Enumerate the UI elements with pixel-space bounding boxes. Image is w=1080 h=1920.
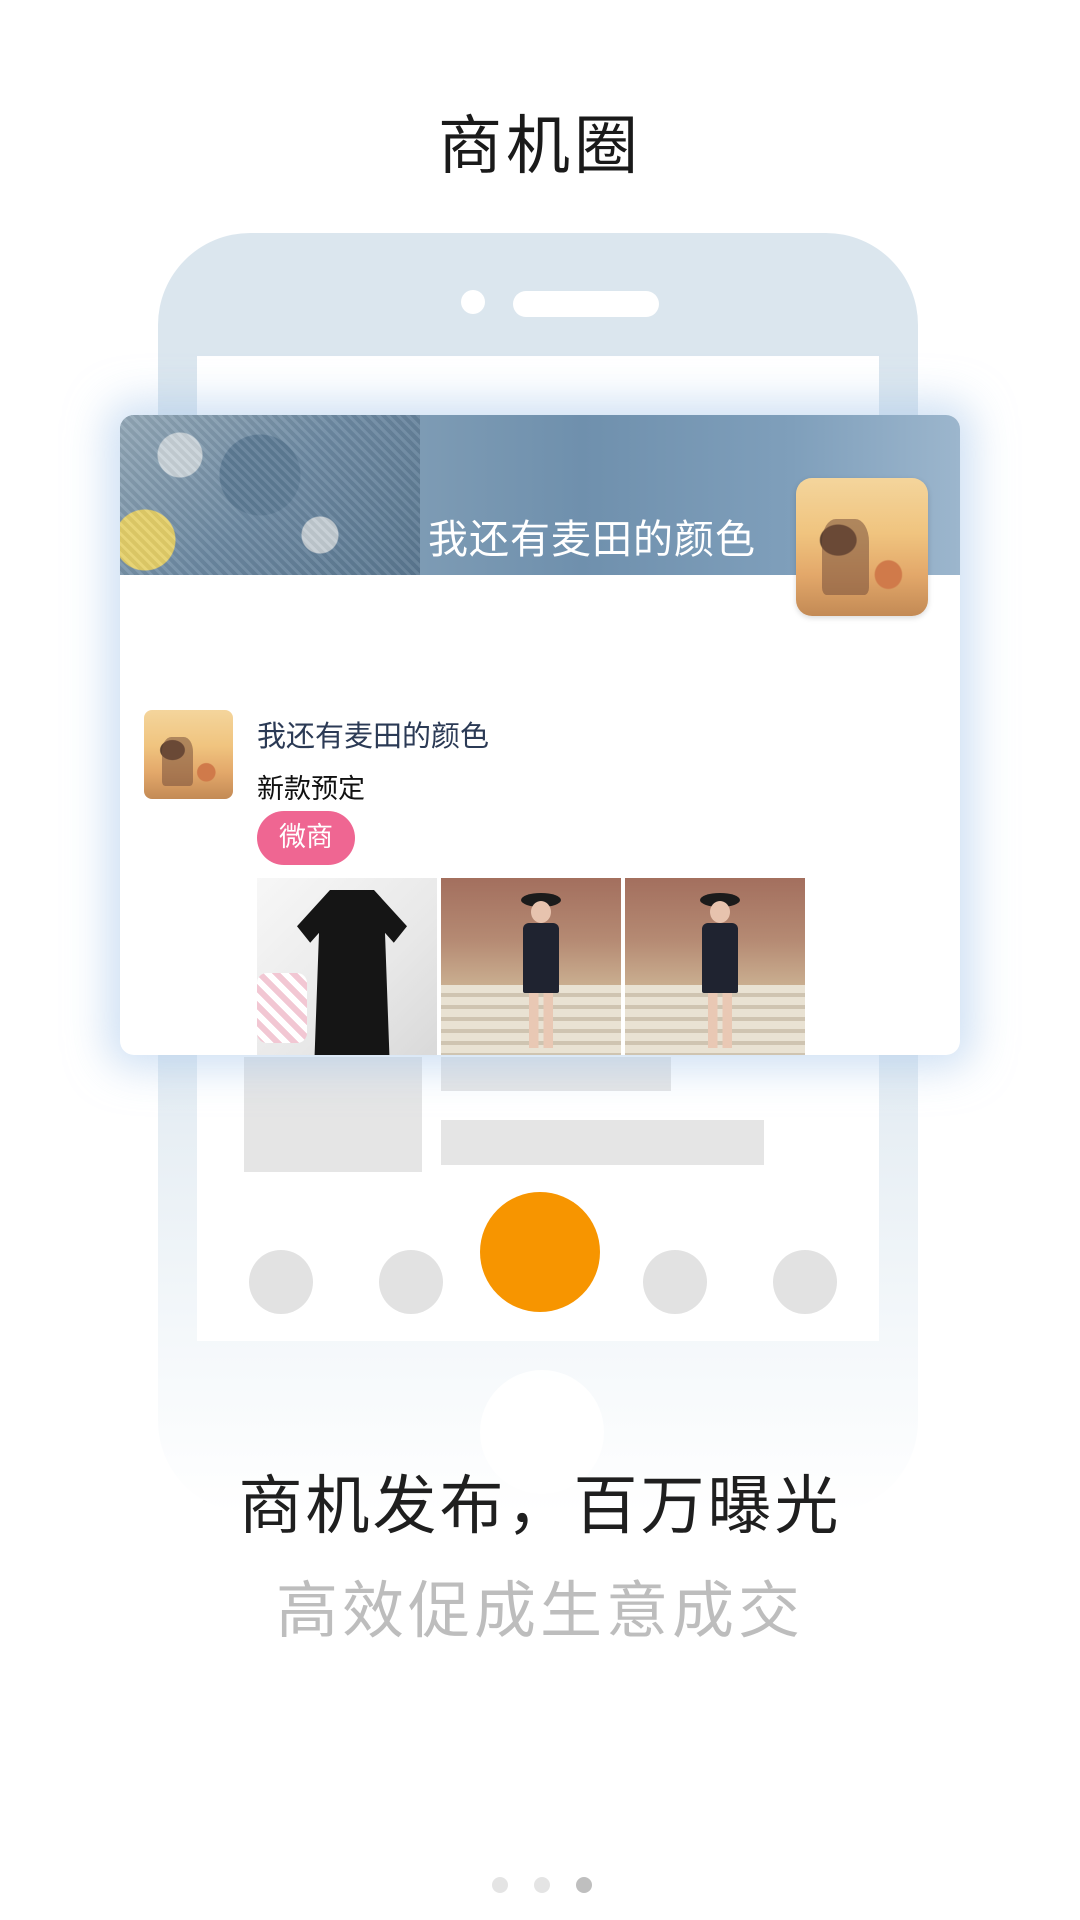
promo-headline: 商机发布，百万曝光	[238, 1470, 842, 1544]
model-figure	[690, 893, 750, 1048]
model-figure	[511, 893, 571, 1048]
profile-avatar	[796, 478, 928, 616]
promo-subline: 高效促成生意成交	[275, 1574, 804, 1647]
placeholder-line	[441, 1057, 671, 1091]
dress-shape	[297, 890, 407, 1055]
pager-dot[interactable]	[534, 1877, 550, 1893]
cover-image	[120, 415, 420, 575]
avatar-image	[144, 710, 233, 799]
placeholder-nav-dot	[379, 1250, 443, 1314]
post-photo-dress	[257, 878, 437, 1055]
post-photo-model	[441, 878, 621, 1055]
post-card-preview: 我还有麦田的颜色 我还有麦田的颜色 新款预定 微商	[120, 415, 960, 1055]
phone-camera	[461, 290, 485, 314]
phone-speaker	[513, 291, 659, 317]
post-avatar	[144, 710, 233, 799]
placeholder-nav-dot	[773, 1250, 837, 1314]
post-text: 新款预定	[257, 774, 365, 805]
cover-title: 我还有麦田的颜色	[428, 517, 756, 563]
bag-shape	[257, 973, 307, 1043]
pager-dot-active[interactable]	[576, 1877, 592, 1893]
post-tag-badge: 微商	[257, 811, 355, 865]
post-photo-model	[625, 878, 805, 1055]
avatar-image	[796, 478, 928, 616]
placeholder-nav-dot	[643, 1250, 707, 1314]
pager-dot[interactable]	[492, 1877, 508, 1893]
page-title: 商机圈	[438, 110, 642, 184]
placeholder-thumbnail	[244, 1057, 422, 1172]
onboarding-page: 商机圈 我还有麦田的颜色 我还有麦田的颜色 新款预定 微商 商机发布，百万曝光 …	[0, 0, 1080, 1920]
placeholder-line	[441, 1120, 764, 1165]
placeholder-nav-dot	[249, 1250, 313, 1314]
post-user-name: 我还有麦田的颜色	[257, 719, 490, 753]
placeholder-nav-center	[480, 1192, 600, 1312]
